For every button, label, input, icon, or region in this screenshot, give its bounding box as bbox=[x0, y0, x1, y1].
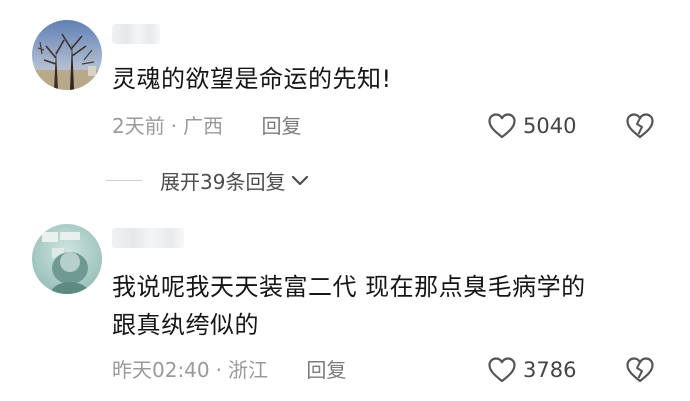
comment-location: 浙江 bbox=[228, 358, 268, 382]
reply-button[interactable]: 回复 bbox=[261, 114, 301, 138]
heart-outline-icon bbox=[488, 113, 516, 139]
avatar[interactable] bbox=[32, 20, 102, 90]
comment-text-line-1: 我说呢我天天装富二代 现在那点臭毛病学的 bbox=[112, 273, 586, 301]
avatar-image bbox=[32, 224, 102, 294]
expand-replies-button[interactable]: 展开39条回复 bbox=[106, 166, 309, 195]
comment-text: 灵魂的欲望是命运的先知! bbox=[112, 65, 392, 93]
comment-meta: 2天前 · 广西 回复 bbox=[112, 114, 301, 138]
comment-meta: 昨天02:40 · 浙江 回复 bbox=[112, 358, 346, 382]
dislike-button[interactable] bbox=[625, 112, 655, 144]
comment-time: 2天前 bbox=[112, 114, 165, 138]
heart-outline-icon bbox=[488, 357, 516, 383]
dislike-button[interactable] bbox=[625, 356, 655, 388]
meta-separator: · bbox=[170, 114, 178, 138]
comment-text: 我说呢我天天装富二代 现在那点臭毛病学的 跟真纨绔似的 bbox=[112, 268, 586, 344]
comment-1: 灵魂的欲望是命运的先知! 2天前 · 广西 回复 5040 展开39条回复 bbox=[0, 0, 690, 194]
comment-time: 昨天02:40 bbox=[112, 358, 210, 382]
username-blurred[interactable] bbox=[112, 24, 160, 44]
expand-divider-line bbox=[106, 180, 142, 181]
like-button[interactable]: 3786 bbox=[487, 356, 576, 384]
comment-location: 广西 bbox=[183, 114, 224, 138]
like-count: 3786 bbox=[523, 358, 577, 382]
avatar-image bbox=[32, 20, 102, 90]
username-blurred[interactable] bbox=[112, 228, 184, 248]
comment-text-line-2: 跟真纨绔似的 bbox=[112, 311, 259, 339]
avatar[interactable] bbox=[32, 224, 102, 294]
reply-button[interactable]: 回复 bbox=[306, 358, 346, 382]
like-button[interactable]: 5040 bbox=[487, 112, 576, 140]
broken-heart-icon bbox=[626, 357, 654, 383]
meta-separator: · bbox=[215, 358, 222, 382]
comment-2: 我说呢我天天装富二代 现在那点臭毛病学的 跟真纨绔似的 昨天02:40 · 浙江 回… bbox=[0, 212, 690, 401]
chevron-down-icon bbox=[292, 175, 309, 185]
expand-replies-label: 展开39条回复 bbox=[160, 170, 286, 194]
like-count: 5040 bbox=[523, 114, 577, 138]
broken-heart-icon bbox=[626, 113, 654, 139]
